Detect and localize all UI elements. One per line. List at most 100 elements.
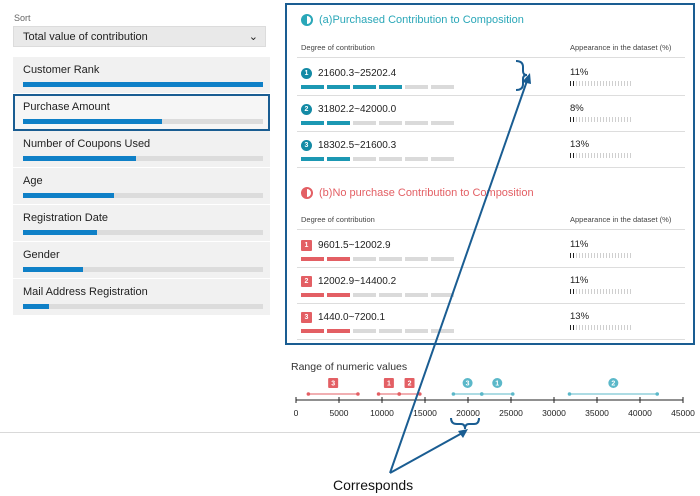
header-divider <box>297 229 685 230</box>
attribute-list: Customer Rank Purchase Amount Number of Co… <box>13 57 270 316</box>
degree-segment <box>431 121 454 125</box>
degree-segment <box>327 157 350 161</box>
attribute-item[interactable]: Gender <box>13 242 270 279</box>
degree-segment <box>353 157 376 161</box>
col-degree-header-a: Degree of contribution <box>301 43 375 52</box>
contribution-row[interactable]: 3 18302.5~21600.3 13% <box>287 132 693 168</box>
attribute-item[interactable]: Registration Date <box>13 205 270 242</box>
range-badge-label: 3 <box>466 381 470 388</box>
range-endpoint <box>306 392 311 396</box>
contribution-bar <box>23 119 263 124</box>
degree-segment <box>353 121 376 125</box>
tick-label: 45000 <box>671 408 695 418</box>
arrow-head-axis <box>458 429 468 438</box>
sort-dropdown[interactable]: Total value of contribution ⌄ <box>13 26 266 47</box>
degree-segment <box>353 329 376 333</box>
degree-segment <box>431 157 454 161</box>
attribute-label: Gender <box>23 249 60 261</box>
col-degree-header-b: Degree of contribution <box>301 215 375 224</box>
contribution-row[interactable]: 2 31802.2~42000.0 8% <box>287 96 693 132</box>
range-label: 2 31802.2~42000.0 <box>301 104 396 115</box>
range-endpoint <box>451 392 456 396</box>
degree-segment <box>301 157 324 161</box>
sort-label: Sort <box>14 13 31 23</box>
degree-segment <box>301 121 324 125</box>
contribution-bar <box>23 267 263 272</box>
tick-label: 0 <box>294 408 299 418</box>
contribution-bar-fill <box>23 267 83 272</box>
divider <box>0 432 700 433</box>
rank-badge: 2 <box>301 104 312 115</box>
half-circle-icon <box>301 14 313 26</box>
degree-segment <box>353 257 376 261</box>
range-badge-label: 2 <box>611 381 615 388</box>
range-endpoint <box>356 392 360 396</box>
degree-segment <box>327 85 350 89</box>
range-text: 21600.3~25202.4 <box>318 68 397 79</box>
degree-segment <box>301 85 324 89</box>
tick-label: 5000 <box>330 408 349 418</box>
tick-label: 30000 <box>542 408 566 418</box>
appearance-gauge <box>570 325 632 330</box>
appearance-gauge-fill <box>570 325 576 330</box>
arrow-line-to-axis <box>389 431 465 474</box>
range-label: 1 21600.3~25202.4 <box>301 68 396 79</box>
degree-segment <box>431 329 454 333</box>
attribute-item[interactable]: Age <box>13 168 270 205</box>
range-text: 31802.2~42000.0 <box>318 104 397 115</box>
attribute-item[interactable]: Customer Rank <box>13 57 270 94</box>
contribution-row[interactable]: 1 9601.5~12002.9 11% <box>287 232 693 268</box>
range-endpoint <box>567 392 572 396</box>
degree-segment <box>353 293 376 297</box>
contribution-bar-fill <box>23 119 163 124</box>
tick-label: 15000 <box>413 408 437 418</box>
tick-label: 35000 <box>585 408 609 418</box>
degree-segment <box>301 329 324 333</box>
range-endpoint <box>479 392 484 396</box>
degree-segment <box>379 121 402 125</box>
appearance-gauge <box>570 81 632 86</box>
attribute-item[interactable]: Purchase Amount <box>13 94 270 131</box>
degree-segment <box>379 293 402 297</box>
appearance-gauge <box>570 289 632 294</box>
no-purchase-title-text: (b)No purchase Contribution to Compositi… <box>319 187 534 199</box>
degree-segment <box>405 293 428 297</box>
attribute-item[interactable]: Mail Address Registration <box>13 279 270 316</box>
contribution-bar <box>23 193 263 198</box>
contribution-bar <box>23 82 263 87</box>
col-appearance-header-b: Appearance in the dataset (%) <box>570 215 672 224</box>
attribute-item[interactable]: Number of Coupons Used <box>13 131 270 168</box>
no-purchase-section-title: (b)No purchase Contribution to Compositi… <box>301 187 534 199</box>
purchased-title-text: (a)Purchased Contribution to Composition <box>319 14 524 26</box>
degree-segment <box>431 293 454 297</box>
degree-segment <box>405 329 428 333</box>
rank-badge: 1 <box>301 68 312 79</box>
col-appearance-header-a: Appearance in the dataset (%) <box>570 43 672 52</box>
range-text: 18302.5~21600.3 <box>318 140 397 151</box>
rank-badge: 1 <box>301 240 312 251</box>
contribution-row[interactable]: 1 21600.3~25202.4 11% <box>287 60 693 96</box>
appearance-gauge-fill <box>570 117 574 122</box>
degree-segment <box>327 257 350 261</box>
contribution-bar <box>23 304 263 309</box>
contribution-bar <box>23 230 263 235</box>
degree-segment <box>379 157 402 161</box>
row-divider <box>297 339 685 340</box>
range-badge-label: 2 <box>408 381 412 388</box>
attribute-label: Customer Rank <box>23 64 100 76</box>
rank-badge: 3 <box>301 312 312 323</box>
degree-segment <box>301 293 324 297</box>
range-endpoint <box>376 392 381 396</box>
appearance-gauge <box>570 117 632 122</box>
contribution-bar-fill <box>23 193 115 198</box>
appearance-gauge <box>570 153 632 158</box>
attribute-label: Purchase Amount <box>23 101 110 113</box>
degree-segment <box>405 85 428 89</box>
contribution-row[interactable]: 2 12002.9~14400.2 11% <box>287 268 693 304</box>
degree-bar <box>301 85 454 89</box>
contribution-row[interactable]: 3 1440.0~7200.1 13% <box>287 304 693 340</box>
range-label: 1 9601.5~12002.9 <box>301 240 391 251</box>
range-label: 3 18302.5~21600.3 <box>301 140 396 151</box>
contribution-bar-fill <box>23 230 98 235</box>
range-endpoint <box>510 392 515 396</box>
